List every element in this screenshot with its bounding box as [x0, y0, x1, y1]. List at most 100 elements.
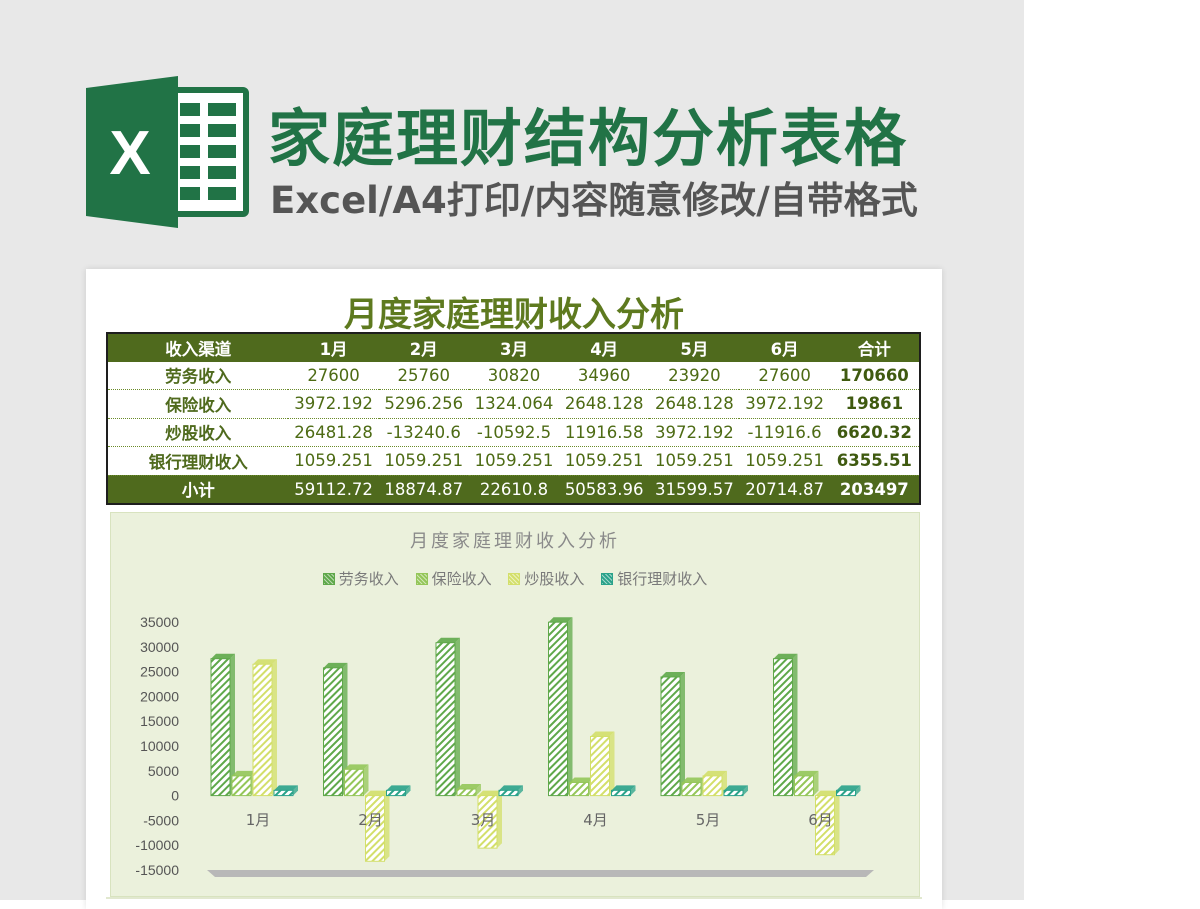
x-tick-label: 2月 [358, 811, 383, 829]
spreadsheet-preview: 月度家庭理财收入分析 收入渠道 1月 2月 3月 4月 5月 6月 合计 劳务收… [86, 269, 942, 909]
column-header: 合计 [829, 333, 920, 362]
y-tick-label: 10000 [140, 738, 179, 754]
column-header: 4月 [559, 333, 650, 362]
y-tick-label: -15000 [135, 862, 179, 878]
y-tick-label: -5000 [143, 812, 179, 828]
table-cell: 23920 [649, 361, 740, 390]
chart-bar [611, 789, 631, 797]
y-tick-label: -10000 [135, 837, 179, 853]
bar-side [497, 790, 502, 849]
income-chart: 月度家庭理财收入分析 劳务收入 保险收入 炒股收入 银行理财收入 35000 30… [110, 512, 920, 897]
table-cell: 20714.87 [739, 475, 830, 504]
chart-bar [252, 663, 273, 797]
table-cell: 1324.064 [468, 389, 560, 419]
bar-side [363, 764, 369, 796]
chart-bar [498, 789, 519, 797]
table-footer-row: 小计 59112.72 18874.87 22610.8 50583.96 31… [107, 475, 920, 504]
chart-bar [323, 667, 343, 797]
chart-bar [548, 621, 568, 797]
row-total: 19861 [829, 389, 920, 419]
table-cell: 26481.28 [288, 418, 379, 447]
table-row: 银行理财收入 1059.251 1059.251 1059.251 1059.2… [107, 446, 920, 476]
row-label: 炒股收入 [107, 418, 289, 447]
x-tick-label: 5月 [696, 811, 721, 829]
y-tick-label: 20000 [140, 688, 179, 704]
x-tick-label: 4月 [583, 811, 608, 829]
chart-bar [386, 789, 406, 797]
row-total: 203497 [829, 475, 920, 504]
chart-bar [702, 775, 723, 797]
table-row: 炒股收入 26481.28 -13240.6 -10592.5 11916.58… [107, 418, 920, 447]
chart-bar [435, 642, 456, 797]
chart-bar [569, 781, 589, 797]
column-header: 收入渠道 [107, 333, 289, 362]
column-header: 3月 [468, 333, 560, 362]
chart-bar [794, 775, 814, 797]
table-row: 劳务收入 27600 25760 30820 34960 23920 27600… [107, 361, 920, 390]
table-cell: -13240.6 [378, 418, 469, 447]
chart-bar [210, 658, 231, 797]
bar-side [455, 637, 460, 796]
chart-plot: 35000 30000 25000 20000 15000 10000 5000 0 -5000… [135, 614, 874, 878]
table-cell: 25760 [378, 361, 469, 390]
chart-bar [773, 658, 793, 797]
logo-letter: X [109, 119, 150, 188]
chart-bar [836, 789, 856, 797]
y-tick-label: 0 [171, 788, 179, 804]
bar-side [384, 790, 390, 862]
table-cell: 3972.192 [739, 389, 830, 419]
y-tick-label: 35000 [140, 614, 179, 630]
row-total: 170660 [829, 361, 920, 390]
page-title: 家庭理财结构分析表格 [268, 102, 909, 175]
x-tick-label: 6月 [808, 811, 833, 829]
row-label: 银行理财收入 [107, 446, 289, 476]
table-cell: 18874.87 [378, 475, 469, 504]
bar-side [272, 659, 277, 796]
row-label: 小计 [107, 475, 289, 504]
y-tick-label: 15000 [140, 713, 179, 729]
table-cell: 1059.251 [468, 446, 560, 476]
table-cell: 5296.256 [378, 389, 469, 419]
page-subtitle: Excel/A4打印/内容随意修改/自带格式 [270, 179, 918, 222]
column-header: 6月 [739, 333, 830, 362]
sheet-title: 月度家庭理财收入分析 [344, 295, 684, 335]
row-total: 6355.51 [829, 446, 920, 476]
row-label: 劳务收入 [107, 361, 289, 390]
y-tick-label: 25000 [140, 664, 179, 680]
table-cell: 2648.128 [559, 389, 650, 419]
income-table: 收入渠道 1月 2月 3月 4月 5月 6月 合计 劳务收入 27600 257… [106, 332, 921, 505]
table-cell: 1059.251 [739, 446, 830, 476]
y-tick-label: 5000 [148, 763, 179, 779]
y-tick-label: 30000 [140, 639, 179, 655]
bar-side [834, 790, 840, 855]
table-cell: 27600 [288, 361, 379, 390]
table-cell: 3972.192 [649, 418, 740, 447]
chart-floor [207, 870, 874, 877]
column-header: 2月 [378, 333, 469, 362]
table-cell: 3972.192 [288, 389, 379, 419]
table-cell: 59112.72 [288, 475, 379, 504]
table-cell: 2648.128 [649, 389, 740, 419]
chart-bar [681, 781, 702, 797]
chart-bar [723, 789, 744, 797]
table-row: 保险收入 3972.192 5296.256 1324.064 2648.128… [107, 389, 920, 419]
chart-bar [660, 676, 681, 797]
table-cell: 31599.57 [649, 475, 740, 504]
divider [106, 897, 922, 899]
bar-side [567, 617, 573, 796]
table-cell: -11916.6 [739, 418, 830, 447]
table-cell: 50583.96 [559, 475, 650, 504]
chart-bar [456, 788, 477, 797]
row-label: 保险收入 [107, 389, 289, 419]
table-cell: 27600 [739, 361, 830, 390]
x-tick-label: 1月 [246, 811, 271, 829]
bar-side [609, 731, 615, 796]
column-header: 5月 [649, 333, 740, 362]
table-cell: 11916.58 [559, 418, 650, 447]
chart-bar [231, 775, 252, 797]
bar-side [680, 671, 685, 796]
table-header-row: 收入渠道 1月 2月 3月 4月 5月 6月 合计 [107, 333, 920, 362]
row-total: 6620.32 [829, 418, 920, 447]
chart-bar [590, 735, 610, 797]
table-cell: 30820 [468, 361, 560, 390]
